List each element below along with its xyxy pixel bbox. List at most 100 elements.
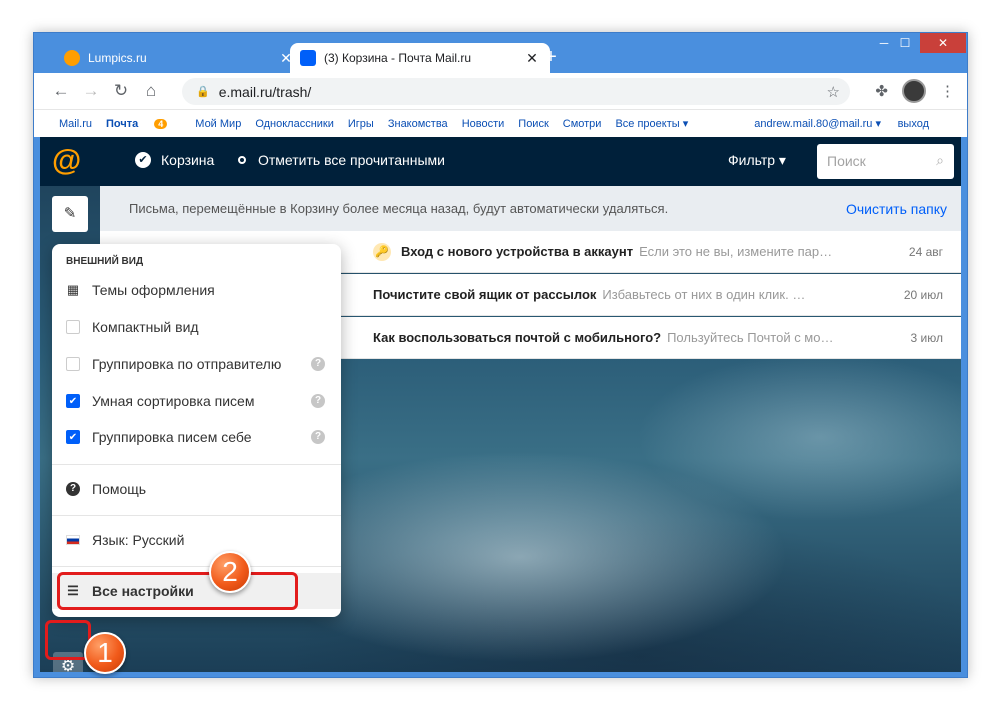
- home-icon[interactable]: ⌂: [136, 81, 166, 101]
- menu-item-label: Умная сортировка писем: [92, 393, 255, 409]
- help-circle-icon: ?: [66, 482, 80, 496]
- question-icon[interactable]: ?: [311, 430, 325, 444]
- pencil-icon: ✎: [63, 205, 77, 222]
- trash-notice: Письма, перемещённые в Корзину более мес…: [100, 186, 961, 231]
- url-text: e.mail.ru/trash/: [218, 83, 312, 100]
- mail-favicon-icon: [300, 50, 316, 66]
- tab-mail[interactable]: (3) Корзина - Почта Mail.ru ✕: [290, 43, 550, 73]
- tab-lumpics[interactable]: Lumpics.ru ✕: [54, 43, 304, 73]
- filter-label: Фильтр: [728, 152, 776, 168]
- forward-icon[interactable]: →: [76, 81, 106, 101]
- russian-flag-icon: [66, 535, 80, 545]
- menu-divider: [52, 515, 341, 516]
- compose-button[interactable]: ✎: [52, 196, 88, 232]
- step-1-badge: 1: [84, 632, 126, 674]
- profile-avatar[interactable]: [902, 79, 926, 103]
- tab-title: (3) Корзина - Почта Mail.ru: [324, 51, 472, 65]
- toolbar-right: ✤ ⋮: [875, 79, 955, 103]
- gear-icon: ⚙: [60, 658, 76, 672]
- portal-link-watch[interactable]: Смотри: [563, 118, 602, 130]
- portal-link-ok[interactable]: Одноклассники: [255, 118, 334, 130]
- checkbox-unchecked[interactable]: [66, 357, 80, 371]
- clear-folder-link[interactable]: Очистить папку: [846, 201, 947, 217]
- check-circle-icon: ✔: [135, 152, 151, 168]
- message-subject: Почистите свой ящик от рассылок: [373, 287, 597, 302]
- menu-divider: [52, 566, 341, 567]
- back-icon[interactable]: ←: [46, 81, 76, 101]
- logout-link[interactable]: выход: [898, 118, 929, 130]
- menu-item-group-self[interactable]: ✔ Группировка писем себе ?: [52, 419, 341, 455]
- portal-bar: Mail.ru Почта 4 Мой Мир Одноклассники Игр…: [34, 109, 967, 137]
- search-icon[interactable]: ⌕: [936, 152, 944, 169]
- new-tab-button[interactable]: +: [539, 46, 563, 69]
- menu-item-label: Помощь: [92, 481, 147, 497]
- key-icon: 🔑: [373, 242, 391, 261]
- tab-title: Lumpics.ru: [88, 51, 147, 65]
- browser-toolbar: ← → ↻ ⌂ 🔒 e.mail.ru/trash/ ☆ ✤ ⋮: [34, 73, 967, 109]
- menu-item-label: Группировка писем себе: [92, 429, 252, 445]
- menu-item-language[interactable]: Язык: Русский: [52, 522, 341, 558]
- mailru-logo-icon[interactable]: @: [52, 146, 82, 177]
- menu-item-compact[interactable]: Компактный вид: [52, 309, 341, 345]
- notice-text: Письма, перемещённые в Корзину более мес…: [129, 201, 669, 216]
- menu-item-label: Группировка по отправителю: [92, 356, 282, 372]
- bookmark-star-icon[interactable]: ☆: [827, 83, 840, 101]
- close-tab-icon[interactable]: ✕: [524, 50, 540, 67]
- filter-dropdown[interactable]: Фильтр ▾: [728, 152, 786, 169]
- reload-icon[interactable]: ↻: [106, 81, 136, 101]
- menu-item-themes[interactable]: ▦ Темы оформления: [52, 272, 341, 308]
- mark-all-read-button[interactable]: Отметить все прочитанными: [238, 152, 445, 168]
- mark-all-read-label: Отметить все прочитанными: [258, 152, 446, 168]
- message-snippet: Если это не вы, измените пар…: [639, 244, 833, 259]
- message-date: 3 июл: [910, 330, 943, 345]
- settings-menu: ВНЕШНИЙ ВИД ▦ Темы оформления Компактный…: [52, 244, 341, 617]
- folder-select[interactable]: ✔ Корзина: [135, 152, 214, 168]
- portal-link-all-projects[interactable]: Все проекты ▾: [615, 117, 688, 130]
- menu-divider: [52, 464, 341, 465]
- portal-link-mail[interactable]: Почта 4: [106, 118, 181, 130]
- menu-item-label: Темы оформления: [92, 282, 215, 298]
- checkbox-checked[interactable]: ✔: [66, 430, 80, 444]
- step-2-badge: 2: [209, 551, 251, 593]
- address-bar[interactable]: 🔒 e.mail.ru/trash/ ☆: [182, 78, 850, 105]
- lock-icon: 🔒: [196, 86, 210, 98]
- question-icon[interactable]: ?: [311, 357, 325, 371]
- question-icon[interactable]: ?: [311, 394, 325, 408]
- portal-link-mailru[interactable]: Mail.ru: [59, 118, 92, 130]
- message-snippet: Избавьтесь от них в один клик. Мног…: [602, 287, 813, 302]
- message-subject: Вход с нового устройства в аккаунт: [401, 244, 634, 259]
- menu-item-group-sender[interactable]: Группировка по отправителю ?: [52, 346, 341, 382]
- dot-icon: [238, 156, 246, 164]
- message-subject: Как воспользоваться почтой с мобильного?: [373, 330, 662, 345]
- message-date: 24 авг: [908, 244, 943, 259]
- menu-item-smart-sort[interactable]: ✔ Умная сортировка писем ?: [52, 383, 341, 419]
- highlight-all-settings: [57, 572, 298, 610]
- close-window-button[interactable]: ✕: [920, 33, 966, 53]
- menu-item-label: Компактный вид: [92, 319, 199, 335]
- user-account-link[interactable]: andrew.mail.80@mail.ru ▾: [754, 117, 881, 130]
- search-input[interactable]: Поиск ⌕: [817, 144, 954, 179]
- message-snippet: Пользуйтесь Почтой с мо…: [667, 330, 834, 345]
- tab-strip: Lumpics.ru ✕ (3) Корзина - Почта Mail.ru…: [34, 33, 967, 73]
- folder-name: Корзина: [161, 152, 215, 168]
- portal-link-mymir[interactable]: Мой Мир: [195, 118, 241, 130]
- portal-link-dating[interactable]: Знакомства: [388, 118, 448, 130]
- portal-link-search[interactable]: Поиск: [518, 118, 548, 130]
- message-date: 20 июл: [903, 287, 943, 302]
- extensions-icon[interactable]: ✤: [875, 82, 888, 100]
- portal-link-label: Почта: [106, 117, 139, 130]
- maximize-button[interactable]: ☐: [892, 33, 918, 53]
- chevron-down-icon: ▾: [778, 152, 786, 168]
- orange-favicon-icon: [64, 50, 80, 66]
- menu-dots-icon[interactable]: ⋮: [940, 82, 955, 100]
- menu-section-header: ВНЕШНИЙ ВИД: [66, 256, 144, 267]
- search-placeholder: Поиск: [827, 153, 866, 169]
- checkbox-unchecked[interactable]: [66, 320, 80, 334]
- menu-item-help[interactable]: ? Помощь: [52, 471, 341, 507]
- menu-item-label: Язык: Русский: [92, 532, 185, 548]
- checkbox-checked[interactable]: ✔: [66, 394, 80, 408]
- portal-link-games[interactable]: Игры: [348, 118, 374, 130]
- mail-count-badge: 4: [154, 118, 168, 129]
- grid-icon: ▦: [66, 282, 80, 297]
- portal-link-news[interactable]: Новости: [462, 118, 505, 130]
